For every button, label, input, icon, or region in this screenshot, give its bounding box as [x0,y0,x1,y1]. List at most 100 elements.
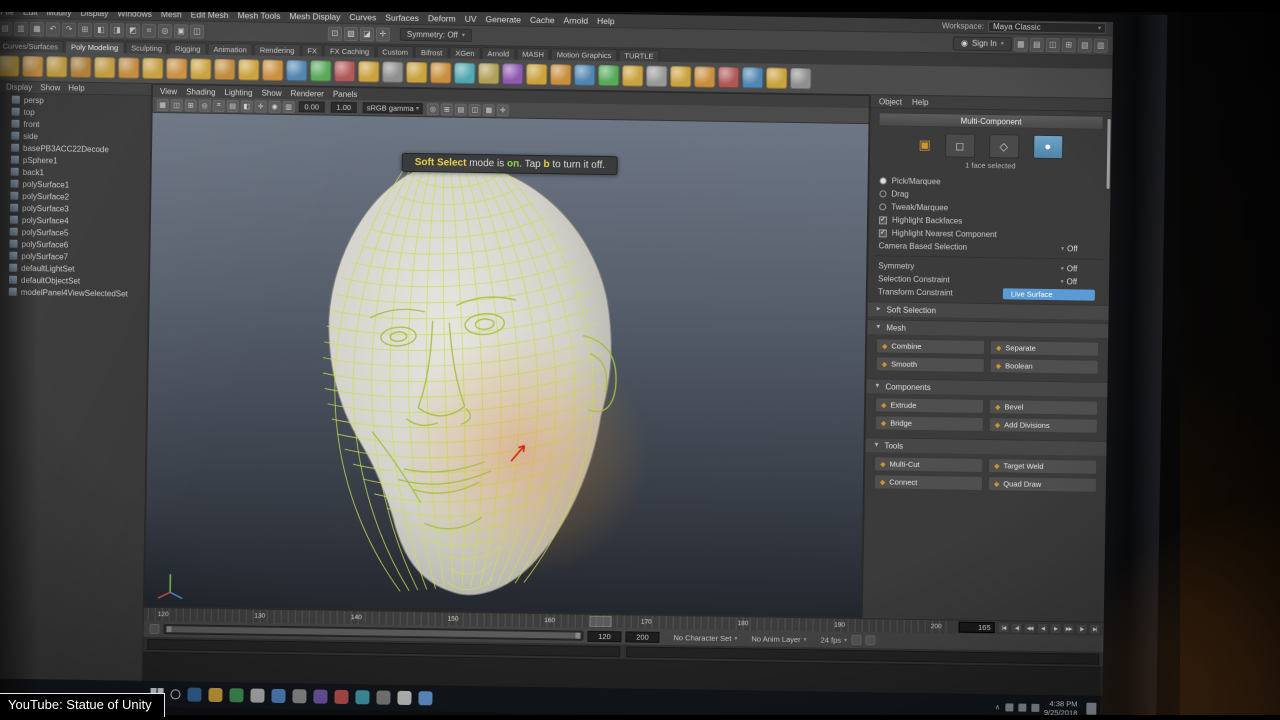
shelf-tab[interactable]: Sculpting [125,41,169,55]
component-tool-button[interactable]: ◆ Add Divisions [988,417,1098,434]
menu-item[interactable]: Deform [428,13,456,23]
outliner-menu-item[interactable]: Help [68,84,85,93]
shelf-tool-icon[interactable] [382,61,404,83]
viewport-menu-item[interactable]: Shading [186,87,215,96]
status-tool-icon[interactable]: ↶ [45,21,61,36]
shelf-tab[interactable]: Curves/Surfaces [0,39,65,53]
status-tool-icon[interactable]: ↷ [61,21,77,37]
shelf-tool-icon[interactable] [190,58,212,80]
range-start-field[interactable]: 120 [587,630,622,642]
shelf-tool-icon[interactable] [238,59,260,81]
toolkit-menu-item[interactable]: Object [879,97,902,106]
shelf-tool-icon[interactable] [358,61,380,83]
shelf-tab[interactable]: XGen [449,46,481,60]
menu-item[interactable]: Generate [485,14,521,25]
menu-item[interactable]: Mesh Display [289,11,340,22]
section-soft-selection[interactable]: ► Soft Selection [867,301,1109,320]
symmetry-dropdown[interactable]: Symmetry: Off ▾ [399,27,472,42]
range-handle-left[interactable] [166,626,172,633]
viewport-menu-item[interactable]: Panels [333,89,358,98]
mesh-tool-button[interactable]: ◆ Boolean [989,358,1099,375]
status-tool-icon[interactable]: ◫ [189,23,205,39]
component-tool-button[interactable]: ◆ Extrude [875,397,985,414]
shelf-tool-icon[interactable] [142,57,164,80]
shelf-tab[interactable]: Poly Modeling [64,40,125,54]
shelf-tab[interactable]: Custom [376,45,415,59]
viewport-tool-icon[interactable]: ▥ [282,100,295,113]
shelf-tab[interactable]: Rigging [168,42,207,55]
viewport-menu-item[interactable]: Renderer [290,89,323,99]
shelf-tool-icon[interactable] [118,57,140,79]
taskbar-app-icon[interactable] [208,687,223,703]
current-frame-field[interactable]: 165 [958,621,995,634]
workspace-selector[interactable]: Workspace: Maya Classic ▾ [942,20,1107,34]
taskbar-app-icon[interactable] [250,688,265,703]
viewport-tool-icon[interactable]: ▤ [454,103,468,116]
playback-button[interactable]: ◀◀ [1023,622,1036,634]
shelf-tool-icon[interactable] [22,55,44,78]
taskbar-app-icon[interactable] [334,689,349,705]
search-icon[interactable] [170,689,181,700]
option-transform-constraint[interactable]: Transform Constraint Live Surface [868,285,1109,302]
option-camera-based-selection[interactable]: Camera Based Selection ▾ Off [869,239,1110,256]
menu-item[interactable]: UV [465,13,477,23]
render-tool-icon[interactable]: ▥ [1093,38,1108,53]
shelf-tab[interactable]: TURTLE [618,49,660,62]
playhead[interactable] [589,615,612,628]
shelf-tool-icon[interactable] [742,67,764,89]
modeling-tool-button[interactable]: ◆ Quad Draw [987,476,1098,493]
viewport-tool-icon[interactable]: ⌗ [212,99,225,112]
status-tool-icon[interactable]: ▤ [0,20,13,36]
multi-component-header[interactable]: Multi-Component [878,112,1104,130]
shelf-tool-icon[interactable] [94,56,116,79]
modeling-tool-button[interactable]: ◆ Target Weld [988,458,1098,475]
shelf-tab[interactable]: Animation [207,42,253,56]
mesh-tool-button[interactable]: ◆ Combine [875,338,986,356]
status-tool-icon[interactable]: ▦ [29,21,45,36]
shelf-tab[interactable]: Bifrost [414,46,449,59]
auto-key-icon[interactable] [850,634,862,646]
snap-tool-icon[interactable]: ✛ [375,26,390,42]
modeling-tool-button[interactable]: ◆ Multi-Cut [874,456,984,473]
language-icon[interactable] [1030,703,1040,712]
gamma-field[interactable]: 1.00 [330,101,357,114]
outliner-menu-item[interactable]: Display [6,83,32,92]
status-tool-icon[interactable]: ◩ [125,22,141,38]
outliner-item[interactable]: modelPanel4ViewSelectedSet [0,285,148,299]
viewport-tool-icon[interactable]: ▦ [156,98,169,111]
render-tool-icon[interactable]: ▧ [1077,37,1092,53]
volume-icon[interactable] [1017,703,1027,712]
range-tool-icon[interactable] [149,623,160,635]
menu-item[interactable]: Help [597,15,615,25]
playback-button[interactable]: ▶| [1088,623,1101,635]
viewport-menu-item[interactable]: Show [261,88,281,97]
shelf-tab[interactable]: MASH [516,47,550,61]
status-tool-icon[interactable]: ◎ [157,23,173,38]
viewport-tool-icon[interactable]: ◉ [268,100,281,113]
menu-item[interactable]: Surfaces [385,12,419,23]
render-tool-icon[interactable]: ▤ [1029,37,1044,52]
vertex-mode-button[interactable]: ◻ [944,133,976,158]
exposure-field[interactable]: 0.00 [298,101,325,113]
view-transform-dropdown[interactable]: sRGB gamma ▾ [362,102,424,115]
shelf-tool-icon[interactable] [286,59,308,82]
taskbar-app-icon[interactable] [229,688,244,703]
modeling-tool-button[interactable]: ◆ Connect [873,474,984,491]
playback-button[interactable]: ▶ [1049,623,1062,635]
shelf-tool-icon[interactable] [70,56,92,78]
viewport-tool-icon[interactable]: ◫ [170,98,183,111]
taskbar-app-icon[interactable] [292,689,307,704]
status-tool-icon[interactable]: ⊞ [77,22,93,37]
object-mode-icon[interactable]: ▣ [918,137,931,153]
menu-item[interactable]: Arnold [563,15,588,25]
shelf-tool-icon[interactable] [478,63,500,85]
edge-mode-button[interactable]: ◇ [988,134,1020,159]
sign-in-button[interactable]: ◉ Sign In ▾ [952,35,1012,51]
shelf-tool-icon[interactable] [46,56,68,78]
shelf-tab[interactable]: Arnold [481,47,516,60]
shelf-tool-icon[interactable] [454,62,476,84]
viewport-tool-icon[interactable]: ◫ [468,103,482,116]
status-tool-icon[interactable]: ◧ [93,22,109,37]
viewport-tool-icon[interactable]: ▦ [482,103,496,116]
menu-item[interactable]: Cache [530,14,555,24]
